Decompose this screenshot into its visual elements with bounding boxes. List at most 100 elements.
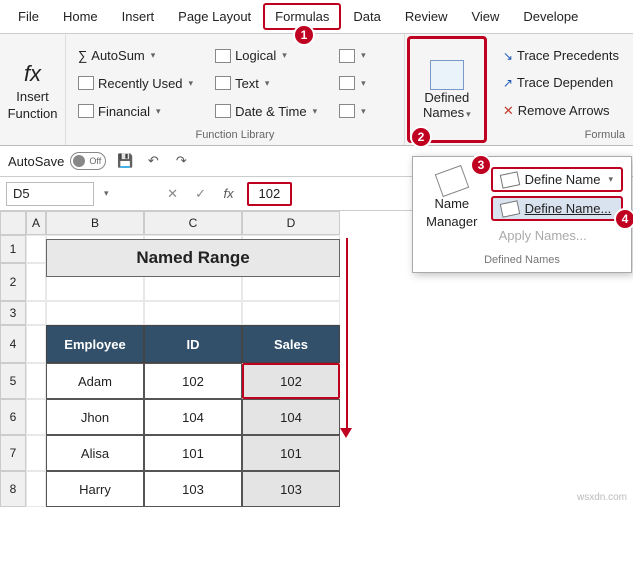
trace-precedents-button[interactable]: ↘Trace Precedents [503, 48, 619, 63]
tab-developer[interactable]: Develope [511, 3, 590, 30]
cell[interactable] [26, 325, 46, 363]
cell-sales-selected[interactable]: 102 [242, 363, 340, 399]
chevron-down-icon: ▾ [151, 50, 156, 61]
tab-data[interactable]: Data [341, 3, 392, 30]
cell-id[interactable]: 103 [144, 471, 242, 507]
cell-sales[interactable]: 101 [242, 435, 340, 471]
column-header[interactable]: B [46, 211, 144, 235]
lookup-icon [339, 49, 355, 63]
row-header[interactable]: 6 [0, 399, 26, 435]
trace-dependents-button[interactable]: ↗Trace Dependen [503, 75, 619, 90]
callout-marker-4: 4 [614, 208, 633, 230]
save-icon: 💾 [117, 153, 133, 169]
function-library-label: Function Library [74, 129, 396, 143]
name-box-dropdown-icon[interactable]: ▾ [104, 188, 109, 199]
header-sales[interactable]: Sales [242, 325, 340, 363]
callout-marker-1: 1 [293, 24, 315, 46]
cell-id[interactable]: 104 [144, 399, 242, 435]
more-functions-button[interactable]: ▾ [335, 102, 370, 120]
row-header[interactable]: 7 [0, 435, 26, 471]
x-icon: ✕ [167, 186, 178, 202]
cell[interactable] [26, 363, 46, 399]
cell-id[interactable]: 101 [144, 435, 242, 471]
cell[interactable] [26, 301, 46, 325]
cell[interactable] [26, 435, 46, 471]
ribbon-tabbar: File Home Insert Page Layout Formulas Da… [0, 0, 633, 34]
column-header[interactable]: A [26, 211, 46, 235]
chevron-down-icon: ▾ [313, 106, 318, 117]
tab-view[interactable]: View [459, 3, 511, 30]
save-button[interactable]: 💾 [116, 152, 134, 170]
chevron-down-icon: ▾ [361, 50, 366, 61]
fx-icon: fx [24, 61, 41, 87]
header-id[interactable]: ID [144, 325, 242, 363]
define-name-item-label: Define Name... [525, 201, 612, 216]
cell-employee[interactable]: Alisa [46, 435, 144, 471]
chevron-down-icon: ▾ [265, 78, 270, 89]
remove-arrows-button[interactable]: ✕Remove Arrows [503, 103, 619, 119]
redo-button[interactable]: ↷ [172, 152, 190, 170]
select-all-corner[interactable] [0, 211, 26, 235]
cell[interactable] [26, 235, 46, 263]
recently-used-button[interactable]: Recently Used▾ [74, 74, 197, 93]
column-header[interactable]: D [242, 211, 340, 235]
tab-insert[interactable]: Insert [110, 3, 167, 30]
column-header[interactable]: C [144, 211, 242, 235]
logical-icon [215, 49, 231, 63]
formula-input[interactable]: 102 [247, 182, 293, 206]
tab-page-layout[interactable]: Page Layout [166, 3, 263, 30]
apply-names-item[interactable]: Apply Names... [491, 225, 623, 246]
enter-formula-button[interactable]: ✓ [187, 182, 215, 206]
annotation-arrow-line [346, 238, 348, 430]
cell-employee[interactable]: Jhon [46, 399, 144, 435]
insert-function-fx-button[interactable]: fx [215, 182, 243, 206]
toggle-off-label: Off [89, 156, 101, 166]
header-employee[interactable]: Employee [46, 325, 144, 363]
row-header[interactable]: 2 [0, 263, 26, 301]
autosave-toggle[interactable]: AutoSave Off [8, 152, 106, 170]
autosum-button[interactable]: ∑AutoSum▾ [74, 46, 197, 65]
fx-icon: fx [223, 186, 233, 201]
remove-arrows-icon: ✕ [503, 103, 514, 119]
cell-sales[interactable]: 103 [242, 471, 340, 507]
logical-button[interactable]: Logical▾ [211, 46, 321, 65]
cell-id[interactable]: 102 [144, 363, 242, 399]
tab-home[interactable]: Home [51, 3, 110, 30]
row-header[interactable]: 5 [0, 363, 26, 399]
insert-function-button[interactable]: fx Insert Function [0, 34, 66, 145]
cell[interactable] [242, 301, 340, 325]
defined-names-icon [430, 60, 464, 90]
tag-icon [435, 165, 470, 197]
name-manager-l2: Manager [426, 214, 477, 229]
math-button[interactable]: ▾ [335, 74, 370, 92]
row-header[interactable]: 8 [0, 471, 26, 507]
define-name-split-button[interactable]: Define Name ▾ [491, 167, 623, 192]
text-button[interactable]: Text▾ [211, 74, 321, 93]
name-manager-button[interactable]: Name Manager [419, 165, 485, 248]
cell-employee[interactable]: Adam [46, 363, 144, 399]
financial-button[interactable]: Financial▾ [74, 102, 197, 121]
row-header[interactable]: 4 [0, 325, 26, 363]
undo-button[interactable]: ↶ [144, 152, 162, 170]
tab-review[interactable]: Review [393, 3, 460, 30]
tab-file[interactable]: File [6, 3, 51, 30]
cancel-formula-button[interactable]: ✕ [159, 182, 187, 206]
row-header[interactable]: 3 [0, 301, 26, 325]
cell[interactable] [26, 263, 46, 301]
cell[interactable] [46, 301, 144, 325]
toggle-track: Off [70, 152, 106, 170]
annotation-arrow-head-icon [340, 428, 352, 438]
cell-sales[interactable]: 104 [242, 399, 340, 435]
cell-employee[interactable]: Harry [46, 471, 144, 507]
define-name-item[interactable]: Define Name... [491, 196, 623, 221]
watermark: wsxdn.com [577, 492, 627, 503]
date-time-button[interactable]: Date & Time▾ [211, 102, 321, 121]
title-named-range[interactable]: Named Range [46, 239, 340, 277]
cell[interactable] [26, 399, 46, 435]
cell[interactable] [144, 301, 242, 325]
name-box[interactable]: D5 [6, 182, 94, 206]
row-header[interactable]: 1 [0, 235, 26, 263]
tag-icon [499, 200, 520, 217]
cell[interactable] [26, 471, 46, 507]
lookup-button[interactable]: ▾ [335, 47, 370, 65]
